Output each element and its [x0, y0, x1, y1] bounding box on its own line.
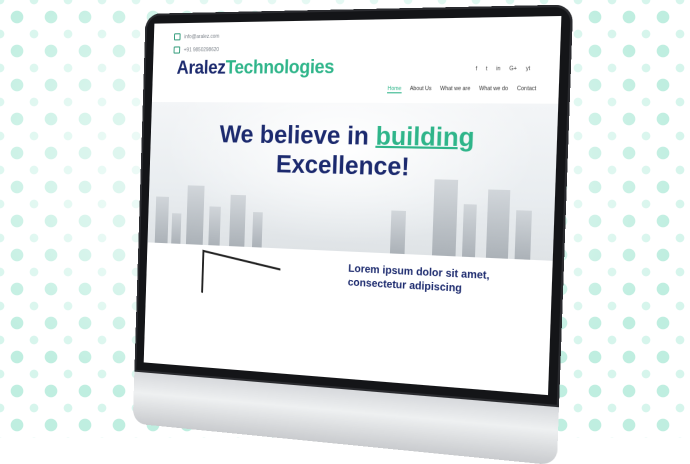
contact-topbar: info@aralez.com +91 9850298620 [173, 33, 219, 60]
email-item[interactable]: info@aralez.com [173, 33, 220, 41]
website-screen: info@aralez.com +91 9850298620 AralezTec… [143, 15, 562, 396]
hero-highlight-word: building [375, 122, 476, 153]
skyline-building [251, 212, 263, 248]
monitor-stage: info@aralez.com +91 9850298620 AralezTec… [0, 0, 690, 464]
monitor-bezel: info@aralez.com +91 9850298620 AralezTec… [134, 4, 574, 408]
phone-text: +91 9850298620 [183, 46, 220, 53]
google-plus-icon[interactable]: G+ [509, 66, 517, 73]
skyline-building [185, 185, 205, 245]
nav-what-we-are[interactable]: What we are [440, 86, 470, 94]
nav-what-we-do[interactable]: What we do [479, 86, 508, 94]
hero-headline: We believe in building Excellence! [150, 120, 558, 187]
decorative-shape [201, 249, 281, 313]
main-nav: Home About Us What we are What we do Con… [387, 86, 536, 94]
twitter-icon[interactable]: t [486, 66, 488, 73]
mail-icon [173, 33, 181, 41]
hero-banner: We believe in building Excellence! [147, 101, 559, 261]
skyline-building [171, 213, 182, 244]
content-section: Lorem ipsum dolor sit amet, consectetur … [143, 242, 553, 396]
youtube-icon[interactable]: yt [526, 66, 531, 73]
social-links: f t in G+ yt [476, 66, 531, 73]
nav-home[interactable]: Home [387, 85, 402, 94]
linkedin-icon[interactable]: in [496, 66, 501, 73]
skyline-building [229, 194, 246, 247]
nav-contact[interactable]: Contact [517, 86, 537, 94]
phone-icon [173, 46, 181, 54]
logo-part-technologies: Technologies [225, 56, 335, 78]
phone-item[interactable]: +91 9850298620 [173, 46, 220, 54]
nav-about-us[interactable]: About Us [410, 86, 432, 94]
skyline-building [431, 179, 459, 257]
monitor: info@aralez.com +91 9850298620 AralezTec… [132, 4, 574, 464]
site-logo[interactable]: AralezTechnologies [176, 56, 334, 79]
skyline-building [154, 196, 169, 244]
logo-part-aralez: Aralez [176, 57, 226, 78]
skyline-building [461, 204, 477, 258]
skyline-building [514, 210, 532, 260]
hero-line-1-prefix: We believe in [219, 120, 377, 152]
facebook-icon[interactable]: f [476, 66, 478, 73]
skyline-building [485, 189, 511, 259]
section-heading: Lorem ipsum dolor sit amet, consectetur … [347, 263, 490, 296]
email-text: info@aralez.com [184, 33, 220, 40]
skyline-building [389, 210, 407, 255]
skyline-building [208, 206, 221, 246]
